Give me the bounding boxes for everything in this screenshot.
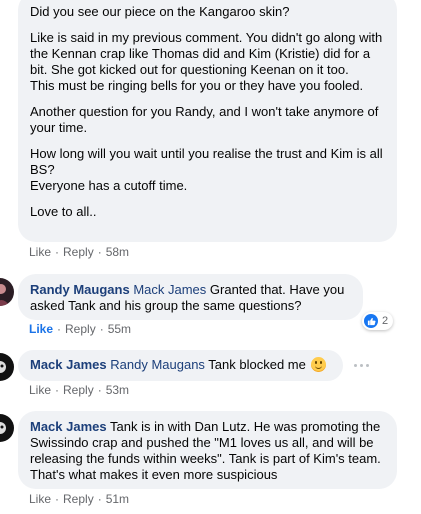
comment-actions: Like · Reply · 53m [29,383,129,397]
comment-author[interactable]: Mack James [30,357,107,372]
more-options-icon[interactable] [354,364,369,367]
avatar[interactable] [0,353,14,381]
timestamp[interactable]: 51m [106,492,129,506]
comment-paragraph: Love to all.. [30,204,97,219]
comment-paragraph: Another question for you Randy, and I wo… [30,104,379,135]
comment-mention[interactable]: Randy Maugans [110,357,205,372]
like-link[interactable]: Like [29,383,51,397]
like-link[interactable]: Like [29,492,51,506]
comment-bubble: Randy Maugans Mack James Granted that. H… [18,274,363,320]
comment-bubble: Mack James Tank is in with Dan Lutz. He … [18,411,397,489]
reaction-count: 2 [382,315,389,327]
comment-actions: Like · Reply · 51m [29,492,129,506]
separator: · [55,492,60,506]
avatar-image [0,414,14,442]
avatar[interactable] [0,278,14,306]
comment-paragraph: How long will you wait until you realise… [30,146,383,193]
separator: · [97,245,102,259]
separator: · [55,383,60,397]
timestamp[interactable]: 53m [106,383,129,397]
reply-link[interactable]: Reply [63,383,94,397]
comment-actions: Like · Reply · 55m [29,322,131,336]
separator: · [99,322,104,336]
comment-paragraph: Did you see our piece on the Kangaroo sk… [30,4,290,19]
separator: · [57,322,62,336]
comment-bubble: Mack James Randy Maugans Tank blocked me [18,350,343,381]
reaction-badge[interactable]: 2 [362,312,394,330]
comment-text: Tank blocked me [204,357,310,372]
comment-bubble: Did you see our piece on the Kangaroo sk… [18,0,397,242]
comment-author[interactable]: Mack James [30,419,107,434]
reply-link[interactable]: Reply [65,322,96,336]
comment-mention[interactable]: Mack James [133,282,206,297]
reply-link[interactable]: Reply [63,492,94,506]
like-link[interactable]: Like [29,322,53,336]
avatar-image [0,353,14,381]
separator: · [97,492,102,506]
timestamp[interactable]: 58m [106,245,129,259]
separator: · [97,383,102,397]
thumbs-up-icon [364,314,378,328]
comment-actions: Like · Reply · 58m [29,245,129,259]
smiley-emoji-icon [311,357,327,372]
avatar-image [0,278,14,306]
reply-link[interactable]: Reply [63,245,94,259]
avatar[interactable] [0,414,14,442]
like-link[interactable]: Like [29,245,51,259]
timestamp[interactable]: 55m [108,322,131,336]
comment-paragraph: Like is said in my previous comment. You… [30,30,383,93]
separator: · [55,245,60,259]
comment-author[interactable]: Randy Maugans [30,282,130,297]
